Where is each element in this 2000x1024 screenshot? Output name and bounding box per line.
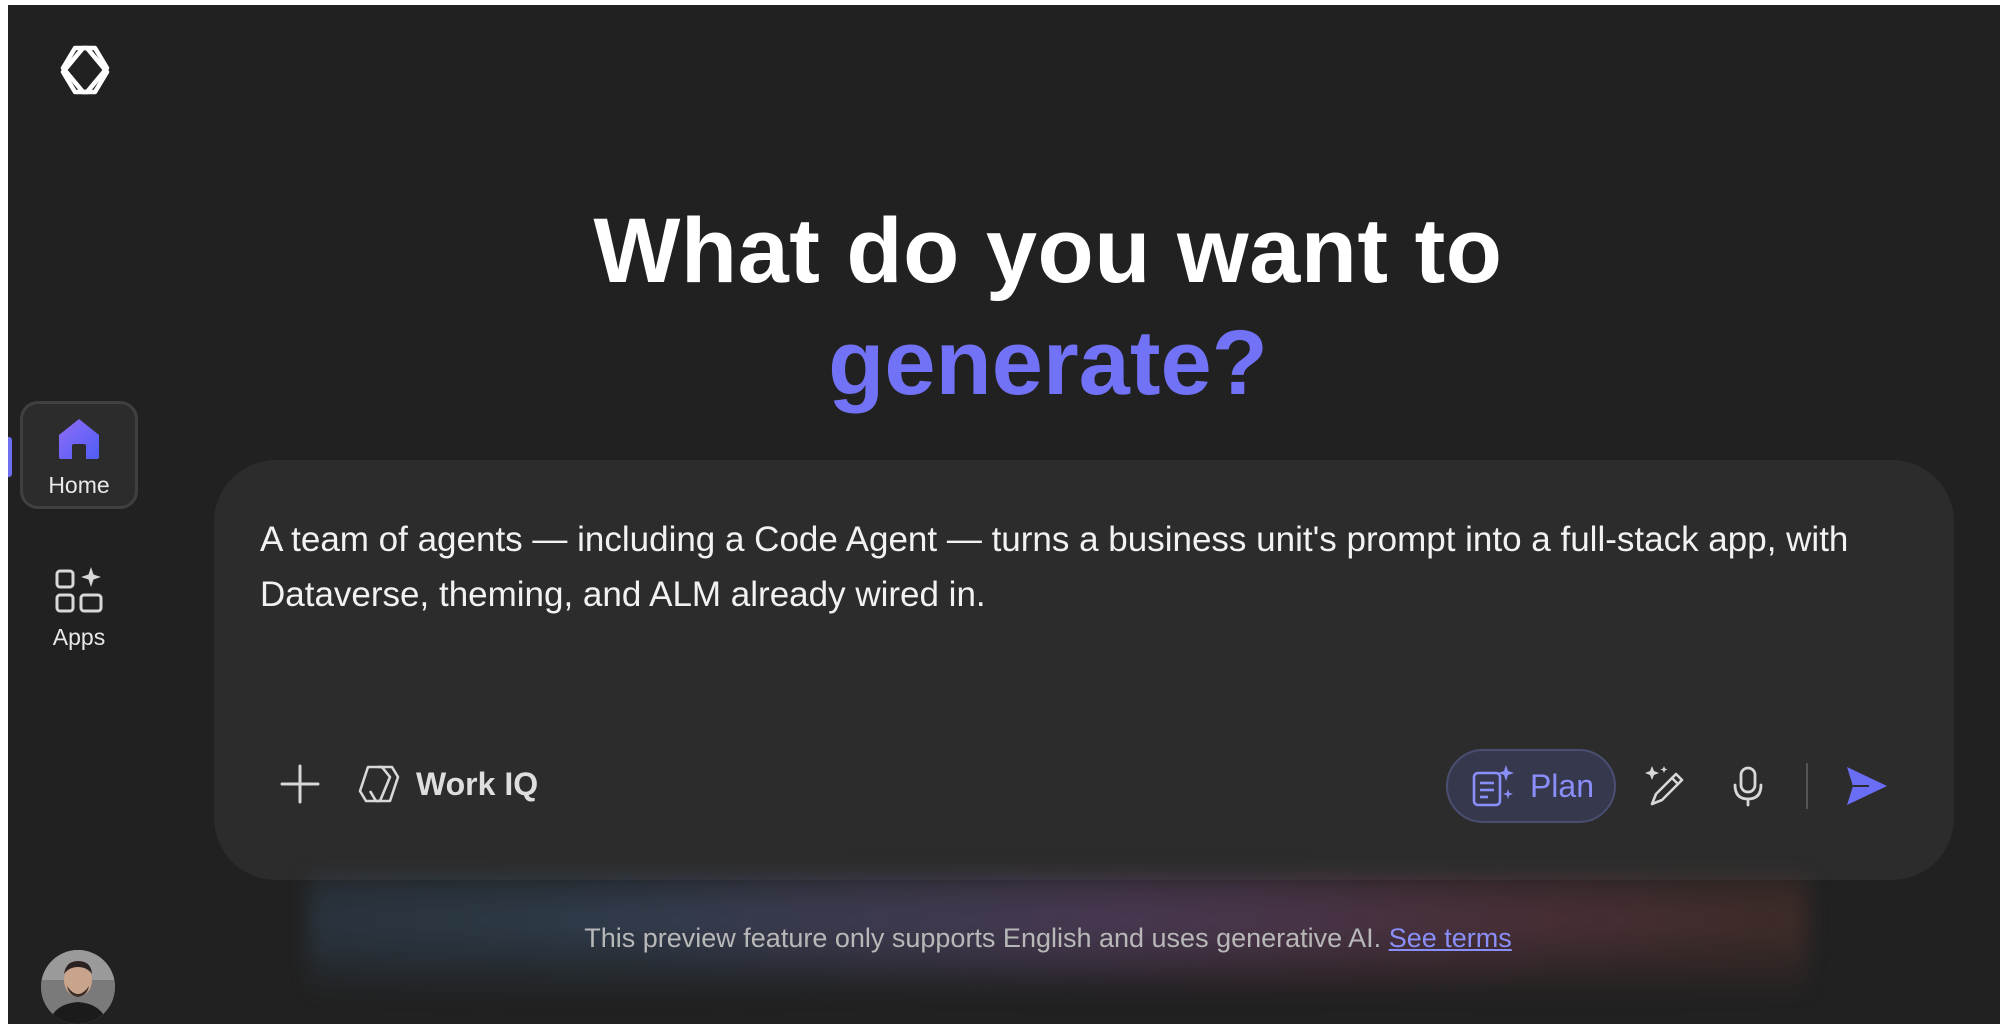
plus-icon — [280, 764, 320, 804]
enhance-prompt-button[interactable] — [1634, 754, 1698, 818]
home-icon — [52, 412, 106, 466]
prompt-card: A team of agents — including a Code Agen… — [214, 460, 1954, 880]
prompt-toolbar-left: Work IQ — [268, 752, 538, 816]
app-logo-icon[interactable] — [48, 33, 122, 107]
voice-input-button[interactable] — [1716, 754, 1780, 818]
sidebar-item-label: Home — [48, 471, 110, 498]
work-iq-button[interactable]: Work IQ — [356, 761, 538, 807]
plan-sparkle-icon — [1472, 765, 1514, 807]
microphone-icon — [1733, 766, 1763, 807]
toolbar-divider — [1806, 763, 1808, 809]
title-line-accent: generate? — [828, 312, 1268, 414]
disclaimer-text: This preview feature only supports Engli… — [584, 923, 1382, 953]
prompt-toolbar-right: Plan — [1445, 748, 1898, 824]
send-button[interactable] — [1834, 754, 1898, 818]
app-frame: Home Apps What do you want to generate? … — [8, 5, 2000, 1024]
work-iq-icon — [358, 765, 400, 803]
sidebar-item-apps[interactable]: Apps — [20, 553, 138, 661]
sidebar-item-label: Apps — [52, 623, 106, 650]
sidebar-item-home[interactable]: Home — [20, 401, 138, 509]
magic-pen-icon — [1645, 766, 1684, 806]
prompt-input[interactable]: A team of agents — including a Code Agen… — [260, 512, 1920, 622]
sidebar: Home Apps — [8, 5, 148, 1024]
see-terms-link[interactable]: See terms — [1389, 923, 1512, 953]
add-attachment-button[interactable] — [268, 752, 332, 816]
page-title: What do you want to generate? — [148, 195, 1948, 419]
plan-label: Plan — [1529, 767, 1594, 804]
apps-icon — [52, 564, 106, 618]
title-line-primary: What do you want to — [593, 200, 1503, 302]
plan-button[interactable]: Plan — [1445, 749, 1616, 823]
work-iq-label: Work IQ — [416, 765, 539, 802]
user-avatar[interactable] — [41, 950, 115, 1024]
send-icon — [1847, 767, 1887, 805]
active-nav-indicator — [8, 437, 12, 477]
preview-disclaimer: This preview feature only supports Engli… — [148, 923, 1948, 954]
